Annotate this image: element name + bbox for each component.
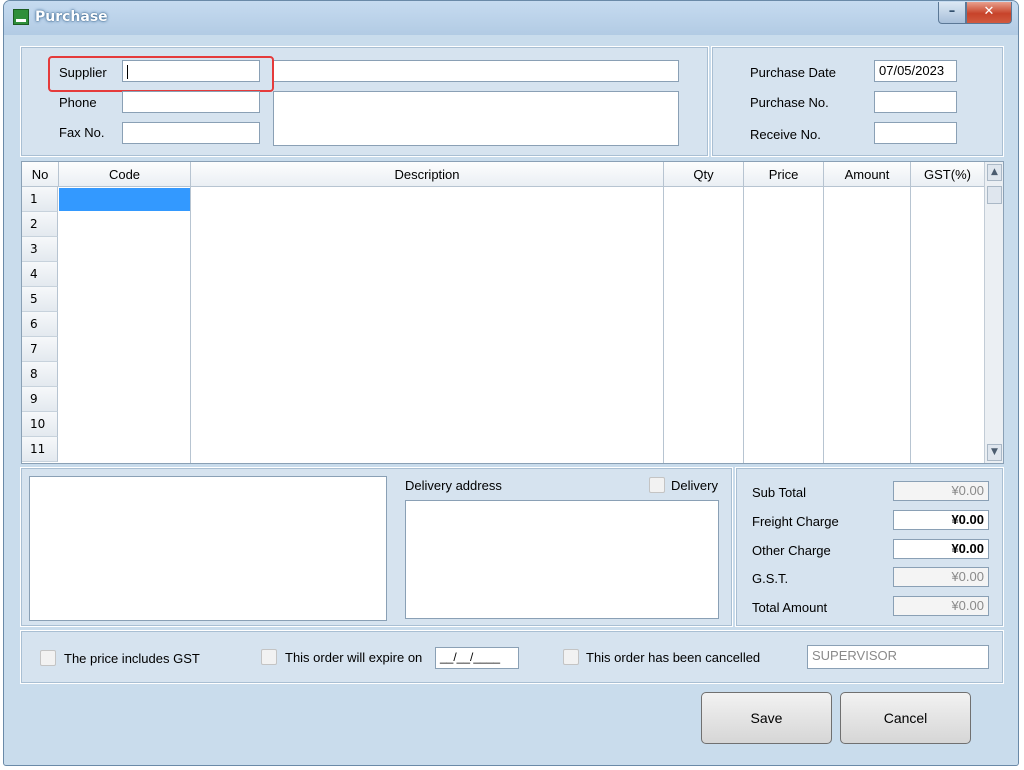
column-header-price[interactable]: Price (744, 162, 824, 187)
purchase-no-label: Purchase No. (750, 95, 829, 110)
fax-label: Fax No. (59, 125, 105, 140)
purchase-date-label: Purchase Date (750, 65, 836, 80)
scroll-up-arrow-icon[interactable]: ▲ (987, 164, 1002, 181)
total-amount-field: ¥0.00 (893, 596, 989, 616)
row-number[interactable]: 5 (22, 287, 58, 312)
grid-divider (823, 187, 824, 463)
options-panel: The price includes GST This order will e… (20, 630, 1004, 684)
purchase-info-panel: Purchase Date 07/05/2023 Purchase No. Re… (711, 46, 1004, 157)
total-amount-label: Total Amount (752, 600, 828, 615)
minimize-button[interactable]: – (938, 2, 966, 24)
delivery-address-box[interactable] (405, 500, 719, 619)
freight-charge-label: Freight Charge (752, 514, 839, 529)
includes-gst-checkbox[interactable] (40, 650, 56, 666)
other-charge-label: Other Charge (752, 543, 831, 558)
receive-no-label: Receive No. (750, 127, 821, 142)
phone-label: Phone (59, 95, 97, 110)
grid-divider (663, 187, 664, 463)
supplier-highlight-box (48, 56, 274, 92)
window-title: Purchase (35, 9, 108, 25)
row-number[interactable]: 9 (22, 387, 58, 412)
app-icon (13, 9, 29, 25)
grid-divider (910, 187, 911, 463)
includes-gst-label: The price includes GST (64, 651, 200, 666)
supplier-panel: Supplier Phone Fax No. (20, 46, 709, 157)
items-grid[interactable]: No Code Description Qty Price Amount GST… (21, 161, 1004, 464)
row-number[interactable]: 6 (22, 312, 58, 337)
grid-divider (743, 187, 744, 463)
column-header-code[interactable]: Code (59, 162, 191, 187)
delivery-address-label: Delivery address (405, 478, 502, 493)
row-number[interactable]: 1 (22, 187, 58, 212)
supplier-address-box[interactable] (273, 91, 679, 146)
delivery-checkbox[interactable] (649, 477, 665, 493)
scroll-thumb[interactable] (987, 186, 1002, 204)
row-number[interactable]: 3 (22, 237, 58, 262)
gst-label: G.S.T. (752, 571, 789, 586)
row-number[interactable]: 8 (22, 362, 58, 387)
user-field: SUPERVISOR (807, 645, 989, 669)
supplier-name-input[interactable] (273, 60, 679, 82)
row-number[interactable]: 2 (22, 212, 58, 237)
sub-total-field: ¥0.00 (893, 481, 989, 501)
receive-no-input[interactable] (874, 122, 957, 144)
selected-code-cell[interactable] (59, 188, 190, 211)
purchase-date-input[interactable]: 07/05/2023 (874, 60, 957, 82)
sub-total-label: Sub Total (752, 485, 806, 500)
delivery-checkbox-label: Delivery (671, 478, 718, 493)
cancelled-label: This order has been cancelled (586, 650, 761, 665)
totals-panel: Sub Total ¥0.00 Freight Charge ¥0.00 Oth… (735, 467, 1004, 627)
purchase-window: Purchase – ✕ Supplier Phone Fax No. Purc… (3, 0, 1019, 766)
row-number[interactable]: 11 (22, 437, 58, 462)
freight-charge-input[interactable]: ¥0.00 (893, 510, 989, 530)
scroll-down-arrow-icon[interactable]: ▼ (987, 444, 1002, 461)
cancelled-checkbox[interactable] (563, 649, 579, 665)
fax-input[interactable] (122, 122, 260, 144)
column-header-qty[interactable]: Qty (664, 162, 744, 187)
column-header-gst[interactable]: GST(%) (911, 162, 985, 187)
gst-field: ¥0.00 (893, 567, 989, 587)
notes-box[interactable] (29, 476, 387, 621)
grid-divider (190, 187, 191, 463)
close-button[interactable]: ✕ (966, 2, 1012, 24)
grid-vertical-scrollbar[interactable]: ▲ ▼ (984, 162, 1003, 463)
expire-checkbox[interactable] (261, 649, 277, 665)
notes-delivery-panel: Delivery address Delivery (20, 467, 733, 627)
column-header-description[interactable]: Description (191, 162, 664, 187)
row-number[interactable]: 4 (22, 262, 58, 287)
cancel-button[interactable]: Cancel (840, 692, 971, 744)
column-header-amount[interactable]: Amount (824, 162, 911, 187)
row-number[interactable]: 7 (22, 337, 58, 362)
phone-input[interactable] (122, 91, 260, 113)
expire-date-input[interactable]: __/__/____ (435, 647, 519, 669)
other-charge-input[interactable]: ¥0.00 (893, 539, 989, 559)
purchase-no-input[interactable] (874, 91, 957, 113)
column-header-no[interactable]: No (22, 162, 59, 187)
expire-label: This order will expire on (285, 650, 423, 665)
row-number[interactable]: 10 (22, 412, 58, 437)
title-bar: Purchase – ✕ (4, 1, 1018, 35)
save-button[interactable]: Save (701, 692, 832, 744)
